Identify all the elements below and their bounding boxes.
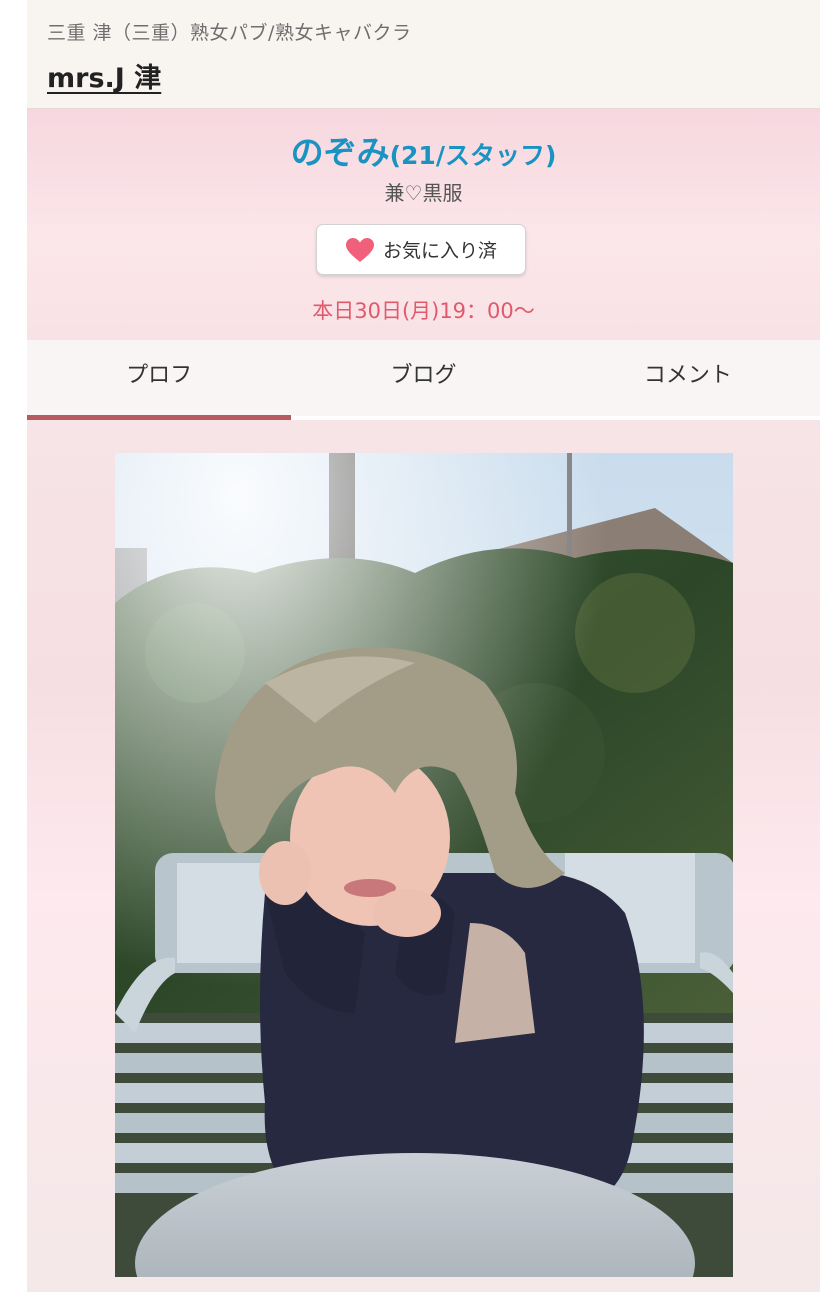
page: 三重 津（三重）熟女パブ/熟女キャバクラ mrs.J 津 のぞみ(21/スタッフ… — [0, 0, 840, 1308]
shop-name-link[interactable]: mrs.J 津 — [47, 56, 161, 95]
heart-icon — [345, 237, 375, 263]
tab-blog[interactable]: ブログ — [291, 340, 555, 416]
profile-header: のぞみ(21/スタッフ) 兼♡黒服 お気に入り済 本日30日(月)19：00〜 — [27, 109, 820, 340]
tab-profile[interactable]: プロフ — [27, 340, 292, 420]
profile-tabs: プロフ ブログ コメント — [27, 340, 820, 420]
cast-age-role: (21/スタッフ) — [389, 141, 557, 170]
shop-category: 三重 津（三重）熟女パブ/熟女キャバクラ — [47, 22, 412, 44]
favorite-label: お気に入り済 — [382, 240, 497, 262]
profile-content — [27, 420, 820, 1292]
schedule-today: 本日30日(月)19：00〜 — [312, 299, 535, 323]
cast-type: 兼♡黒服 — [384, 181, 463, 205]
shop-header: 三重 津（三重）熟女パブ/熟女キャバクラ mrs.J 津 — [27, 0, 820, 109]
favorite-button[interactable]: お気に入り済 — [316, 224, 526, 275]
tab-comment[interactable]: コメント — [556, 340, 820, 416]
cast-title: のぞみ(21/スタッフ) — [27, 126, 820, 174]
cast-name: のぞみ — [290, 133, 390, 172]
cast-photo[interactable] — [115, 453, 733, 1277]
